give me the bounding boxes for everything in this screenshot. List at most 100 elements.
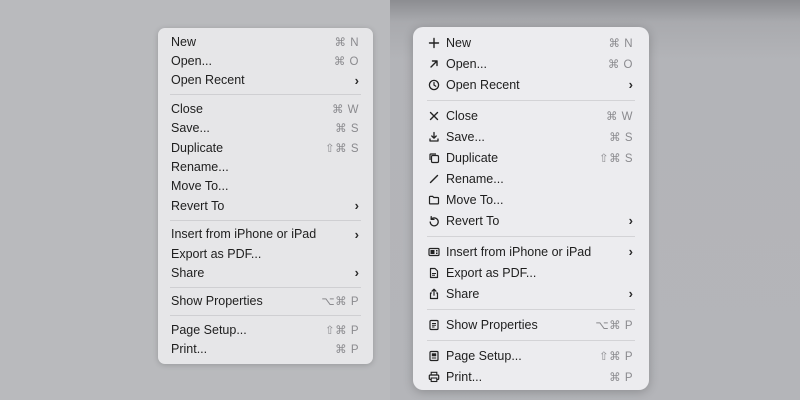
menu-item-move-to[interactable]: Move To... xyxy=(158,177,373,196)
menu-item-revert-to[interactable]: Revert To › xyxy=(413,210,649,231)
menu-separator xyxy=(170,315,361,317)
menu-item-label: Close xyxy=(171,101,203,116)
menu-item-revert-to[interactable]: Revert To › xyxy=(158,196,373,215)
menu-item-label: New xyxy=(171,34,197,49)
save-tray-icon xyxy=(427,130,440,143)
menu-item-save[interactable]: Save... ⌘ S xyxy=(413,126,649,147)
menu-item-label: Rename... xyxy=(171,160,229,175)
menu-item-save[interactable]: Save... ⌘ S xyxy=(158,119,373,138)
menu-separator xyxy=(427,99,635,101)
chevron-right-icon: › xyxy=(628,213,633,228)
menu-item-label: Open Recent xyxy=(446,77,520,92)
menu-item-label: Open... xyxy=(446,56,487,71)
menu-item-duplicate[interactable]: Duplicate ⇧⌘ S xyxy=(413,147,649,168)
chevron-right-icon: › xyxy=(628,77,633,92)
menu-item-shortcut: ⌘ W xyxy=(605,110,633,123)
menu-item-close[interactable]: Close ⌘ W xyxy=(158,99,373,118)
menu-item-label: Share xyxy=(171,265,205,280)
printer-icon xyxy=(427,370,440,383)
menu-item-insert-from-iphone[interactable]: Insert from iPhone or iPad › xyxy=(413,241,649,262)
menu-item-rename[interactable]: Rename... xyxy=(158,157,373,176)
menu-item-page-setup[interactable]: Page Setup... ⇧⌘ P xyxy=(413,345,649,366)
file-menu-old-style: New ⌘ N Open... ⌘ O Open Recent › Close … xyxy=(158,28,373,364)
menu-item-shortcut: ⇧⌘ S xyxy=(598,152,633,165)
menu-item-label: Show Properties xyxy=(446,317,538,332)
menu-item-share[interactable]: Share › xyxy=(158,263,373,282)
properties-icon xyxy=(427,318,440,331)
menu-item-open[interactable]: Open... ⌘ O xyxy=(158,51,373,70)
menu-item-new[interactable]: New ⌘ N xyxy=(158,32,373,51)
plus-icon xyxy=(427,36,440,49)
menu-item-move-to[interactable]: Move To... xyxy=(413,189,649,210)
menu-item-label: Rename... xyxy=(446,171,504,186)
menu-item-open-recent[interactable]: Open Recent › xyxy=(413,74,649,95)
menu-item-duplicate[interactable]: Duplicate ⇧⌘ S xyxy=(158,138,373,157)
menu-item-label: Revert To xyxy=(446,213,500,228)
menu-item-page-setup[interactable]: Page Setup... ⇧⌘ P xyxy=(158,320,373,339)
menu-item-export-pdf[interactable]: Export as PDF... xyxy=(158,244,373,263)
menu-item-shortcut: ⇧⌘ S xyxy=(324,142,359,155)
chevron-right-icon: › xyxy=(628,244,633,259)
page-setup-icon xyxy=(427,349,440,362)
chevron-right-icon: › xyxy=(354,198,359,214)
menu-item-shortcut: ⌥⌘ P xyxy=(321,296,359,309)
menu-item-rename[interactable]: Rename... xyxy=(413,168,649,189)
menu-item-export-pdf[interactable]: Export as PDF... xyxy=(413,262,649,283)
menu-item-label: Save... xyxy=(171,121,210,136)
menu-item-label: Insert from iPhone or iPad xyxy=(446,244,592,259)
menu-item-label: Share xyxy=(446,286,480,301)
menu-item-print[interactable]: Print... ⌘ P xyxy=(413,366,649,387)
menu-item-shortcut: ⌘ P xyxy=(609,371,633,384)
menu-item-label: Page Setup... xyxy=(171,322,247,337)
menu-item-label: Export as PDF... xyxy=(446,265,537,280)
menu-item-shortcut: ⌘ N xyxy=(334,36,359,49)
menu-item-print[interactable]: Print... ⌘ P xyxy=(158,339,373,358)
menu-item-label: Insert from iPhone or iPad xyxy=(171,227,317,242)
menu-item-open[interactable]: Open... ⌘ O xyxy=(413,53,649,74)
menu-item-label: Revert To xyxy=(171,198,225,213)
menu-item-label: Show Properties xyxy=(171,294,263,309)
menu-item-label: Move To... xyxy=(446,192,504,207)
menu-separator xyxy=(427,308,635,310)
menu-item-label: Save... xyxy=(446,129,485,144)
menu-item-label: Open... xyxy=(171,54,212,69)
menu-separator xyxy=(427,235,635,237)
chevron-right-icon: › xyxy=(628,286,633,301)
menu-separator xyxy=(170,286,361,288)
menu-item-shortcut: ⌘ O xyxy=(333,56,359,69)
menu-separator xyxy=(170,219,361,221)
menu-item-label: Duplicate xyxy=(446,150,499,165)
menu-item-new[interactable]: New ⌘ N xyxy=(413,32,649,53)
menu-item-label: Export as PDF... xyxy=(171,246,262,261)
menu-item-share[interactable]: Share › xyxy=(413,283,649,304)
menu-item-open-recent[interactable]: Open Recent › xyxy=(158,71,373,90)
pencil-icon xyxy=(427,172,440,185)
menu-separator xyxy=(170,94,361,96)
menu-item-label: Print... xyxy=(446,369,483,384)
menu-item-insert-from-iphone[interactable]: Insert from iPhone or iPad › xyxy=(158,225,373,244)
menu-item-label: Duplicate xyxy=(171,140,224,155)
menu-item-label: Close xyxy=(446,108,478,123)
menu-item-show-properties[interactable]: Show Properties ⌥⌘ P xyxy=(158,292,373,311)
menu-item-show-properties[interactable]: Show Properties ⌥⌘ P xyxy=(413,314,649,335)
share-icon xyxy=(427,287,440,300)
duplicate-icon xyxy=(427,151,440,164)
menu-item-shortcut: ⌘ S xyxy=(609,131,633,144)
menu-item-shortcut: ⌘ S xyxy=(335,123,359,136)
menu-item-close[interactable]: Close ⌘ W xyxy=(413,105,649,126)
revert-arrow-icon xyxy=(427,214,440,227)
menu-item-shortcut: ⌘ O xyxy=(607,58,633,71)
file-menu-new-style: New ⌘ N Open... ⌘ O Open Recent › Close … xyxy=(413,27,649,390)
menu-separator xyxy=(427,339,635,341)
arrow-up-right-icon xyxy=(427,57,440,70)
menu-item-label: Page Setup... xyxy=(446,348,522,363)
menu-item-label: Print... xyxy=(171,342,208,357)
menu-item-shortcut: ⌥⌘ P xyxy=(595,319,633,332)
menu-item-label: Move To... xyxy=(171,179,229,194)
menu-item-label: Open Recent xyxy=(171,73,245,88)
menu-item-shortcut: ⌘ W xyxy=(331,103,359,116)
clock-icon xyxy=(427,78,440,91)
folder-icon xyxy=(427,193,440,206)
menu-item-shortcut: ⇧⌘ P xyxy=(324,324,359,337)
pdf-document-icon xyxy=(427,266,440,279)
